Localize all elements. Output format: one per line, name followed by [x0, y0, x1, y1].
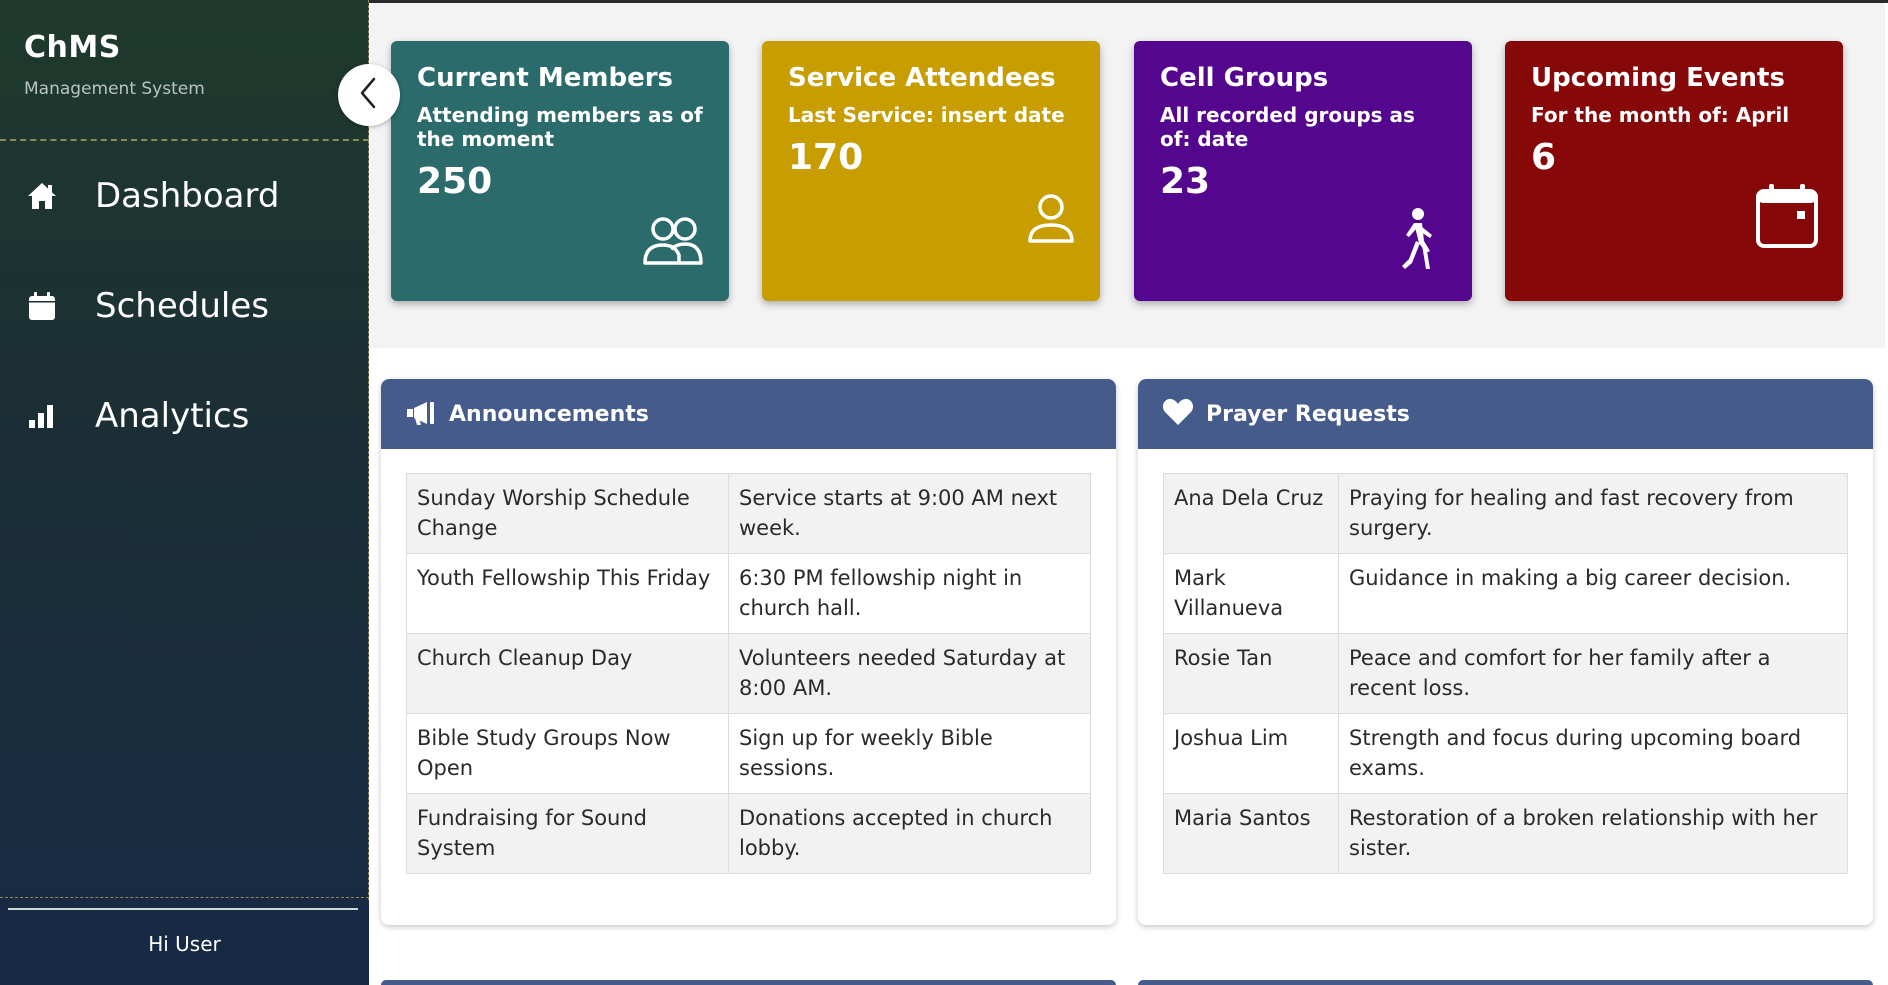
- announcement-title: Church Cleanup Day: [406, 633, 729, 714]
- stat-card-upcoming-events[interactable]: Upcoming Events For the month of: April …: [1505, 41, 1843, 301]
- bar-chart-icon: [26, 400, 58, 432]
- users-icon: [641, 215, 705, 271]
- announcement-title: Bible Study Groups Now Open: [406, 713, 729, 794]
- home-icon: [26, 180, 58, 212]
- table-row: Maria Santos Restoration of a broken rela…: [1163, 793, 1848, 874]
- table-row: Rosie Tan Peace and comfort for her famil…: [1163, 633, 1848, 714]
- announcement-title: Youth Fellowship This Friday: [406, 553, 729, 634]
- prayer-requests-header: Prayer Requests: [1138, 379, 1873, 449]
- announcement-detail: Sign up for weekly Bible sessions.: [728, 713, 1091, 794]
- stat-value: 170: [788, 137, 864, 178]
- sidebar-item-label: Dashboard: [95, 176, 280, 216]
- sidebar-item-analytics[interactable]: Analytics: [0, 380, 369, 452]
- prayer-request: Guidance in making a big career decision…: [1338, 553, 1848, 634]
- announcements-header: Announcements: [381, 379, 1116, 449]
- stat-subtitle: Attending members as of the moment: [417, 103, 703, 151]
- brand-title: ChMS: [24, 30, 121, 65]
- prayer-name: Maria Santos: [1163, 793, 1339, 874]
- table-row: Ana Dela Cruz Praying for healing and fas…: [1163, 473, 1848, 554]
- stat-subtitle: For the month of: April: [1531, 103, 1790, 127]
- stat-card-cell-groups[interactable]: Cell Groups All recorded groups as of: d…: [1134, 41, 1472, 301]
- stats-section: Current Members Attending members as of …: [370, 3, 1885, 348]
- stat-title: Current Members: [417, 63, 674, 93]
- stat-value: 23: [1160, 161, 1211, 202]
- next-panel-header-stub: [1138, 980, 1873, 985]
- announcements-table: Sunday Worship Schedule Change Service st…: [406, 473, 1091, 874]
- table-row: Bible Study Groups Now Open Sign up for w…: [406, 713, 1091, 794]
- calendar-icon: [26, 290, 58, 322]
- brand-subtitle: Management System: [24, 79, 205, 99]
- prayer-requests-panel: Prayer Requests Ana Dela Cruz Praying for…: [1138, 379, 1873, 925]
- chevron-left-icon: [358, 77, 378, 113]
- announcement-detail: Service starts at 9:00 AM next week.: [728, 473, 1091, 554]
- sidebar-collapse-button[interactable]: [338, 64, 400, 126]
- prayer-name: Rosie Tan: [1163, 633, 1339, 714]
- stat-subtitle: All recorded groups as of: date: [1160, 103, 1415, 151]
- prayer-request: Peace and comfort for her family after a…: [1338, 633, 1848, 714]
- panel-title: Announcements: [449, 401, 649, 427]
- announcement-detail: Volunteers needed Saturday at 8:00 AM.: [728, 633, 1091, 714]
- brand-divider: [0, 139, 369, 141]
- stat-title: Cell Groups: [1160, 63, 1329, 93]
- table-row: Youth Fellowship This Friday 6:30 PM fell…: [406, 553, 1091, 634]
- announcements-panel: Announcements Sunday Worship Schedule Ch…: [381, 379, 1116, 925]
- stat-title: Service Attendees: [788, 63, 1056, 93]
- sidebar-item-dashboard[interactable]: Dashboard: [0, 160, 369, 232]
- table-row: Mark Villanueva Guidance in making a big …: [1163, 553, 1848, 634]
- prayer-request: Restoration of a broken relationship wit…: [1338, 793, 1848, 874]
- sidebar-bottom-line: [8, 908, 358, 910]
- prayer-requests-table: Ana Dela Cruz Praying for healing and fas…: [1163, 473, 1848, 874]
- table-row: Church Cleanup Day Volunteers needed Satu…: [406, 633, 1091, 714]
- table-row: Sunday Worship Schedule Change Service st…: [406, 473, 1091, 554]
- table-row: Fundraising for Sound System Donations ac…: [406, 793, 1091, 874]
- stat-card-current-members[interactable]: Current Members Attending members as of …: [391, 41, 729, 301]
- sidebar-bottom-divider: [0, 897, 369, 898]
- sidebar-item-label: Schedules: [95, 286, 269, 326]
- stat-subtitle: Last Service: insert date: [788, 103, 1065, 127]
- stat-card-service-attendees[interactable]: Service Attendees Last Service: insert d…: [762, 41, 1100, 301]
- prayer-request: Strength and focus during upcoming board…: [1338, 713, 1848, 794]
- next-panel-header-stub: [381, 980, 1116, 985]
- announcement-title: Sunday Worship Schedule Change: [406, 473, 729, 554]
- prayer-name: Joshua Lim: [1163, 713, 1339, 794]
- stat-title: Upcoming Events: [1531, 63, 1785, 93]
- calendar-icon: [1755, 183, 1819, 253]
- prayer-name: Mark Villanueva: [1163, 553, 1339, 634]
- sidebar-item-schedules[interactable]: Schedules: [0, 270, 369, 342]
- megaphone-icon: [405, 399, 437, 429]
- panel-title: Prayer Requests: [1206, 401, 1410, 427]
- announcement-title: Fundraising for Sound System: [406, 793, 729, 874]
- sidebar-nav: Dashboard Schedules Analytics: [0, 160, 369, 490]
- user-icon: [1026, 193, 1076, 249]
- walking-icon: [1396, 207, 1438, 277]
- table-row: Joshua Lim Strength and focus during upco…: [1163, 713, 1848, 794]
- prayer-name: Ana Dela Cruz: [1163, 473, 1339, 554]
- stat-value: 250: [417, 161, 493, 202]
- sidebar-item-label: Analytics: [95, 396, 250, 436]
- sidebar: ChMS Management System Dashboard Schedul…: [0, 0, 369, 985]
- announcement-detail: Donations accepted in church lobby.: [728, 793, 1091, 874]
- stat-value: 6: [1531, 137, 1557, 178]
- user-greeting: Hi User: [148, 932, 221, 956]
- heart-icon: [1162, 398, 1194, 430]
- brand: ChMS Management System: [24, 30, 205, 99]
- announcement-detail: 6:30 PM fellowship night in church hall.: [728, 553, 1091, 634]
- prayer-request: Praying for healing and fast recovery fr…: [1338, 473, 1848, 554]
